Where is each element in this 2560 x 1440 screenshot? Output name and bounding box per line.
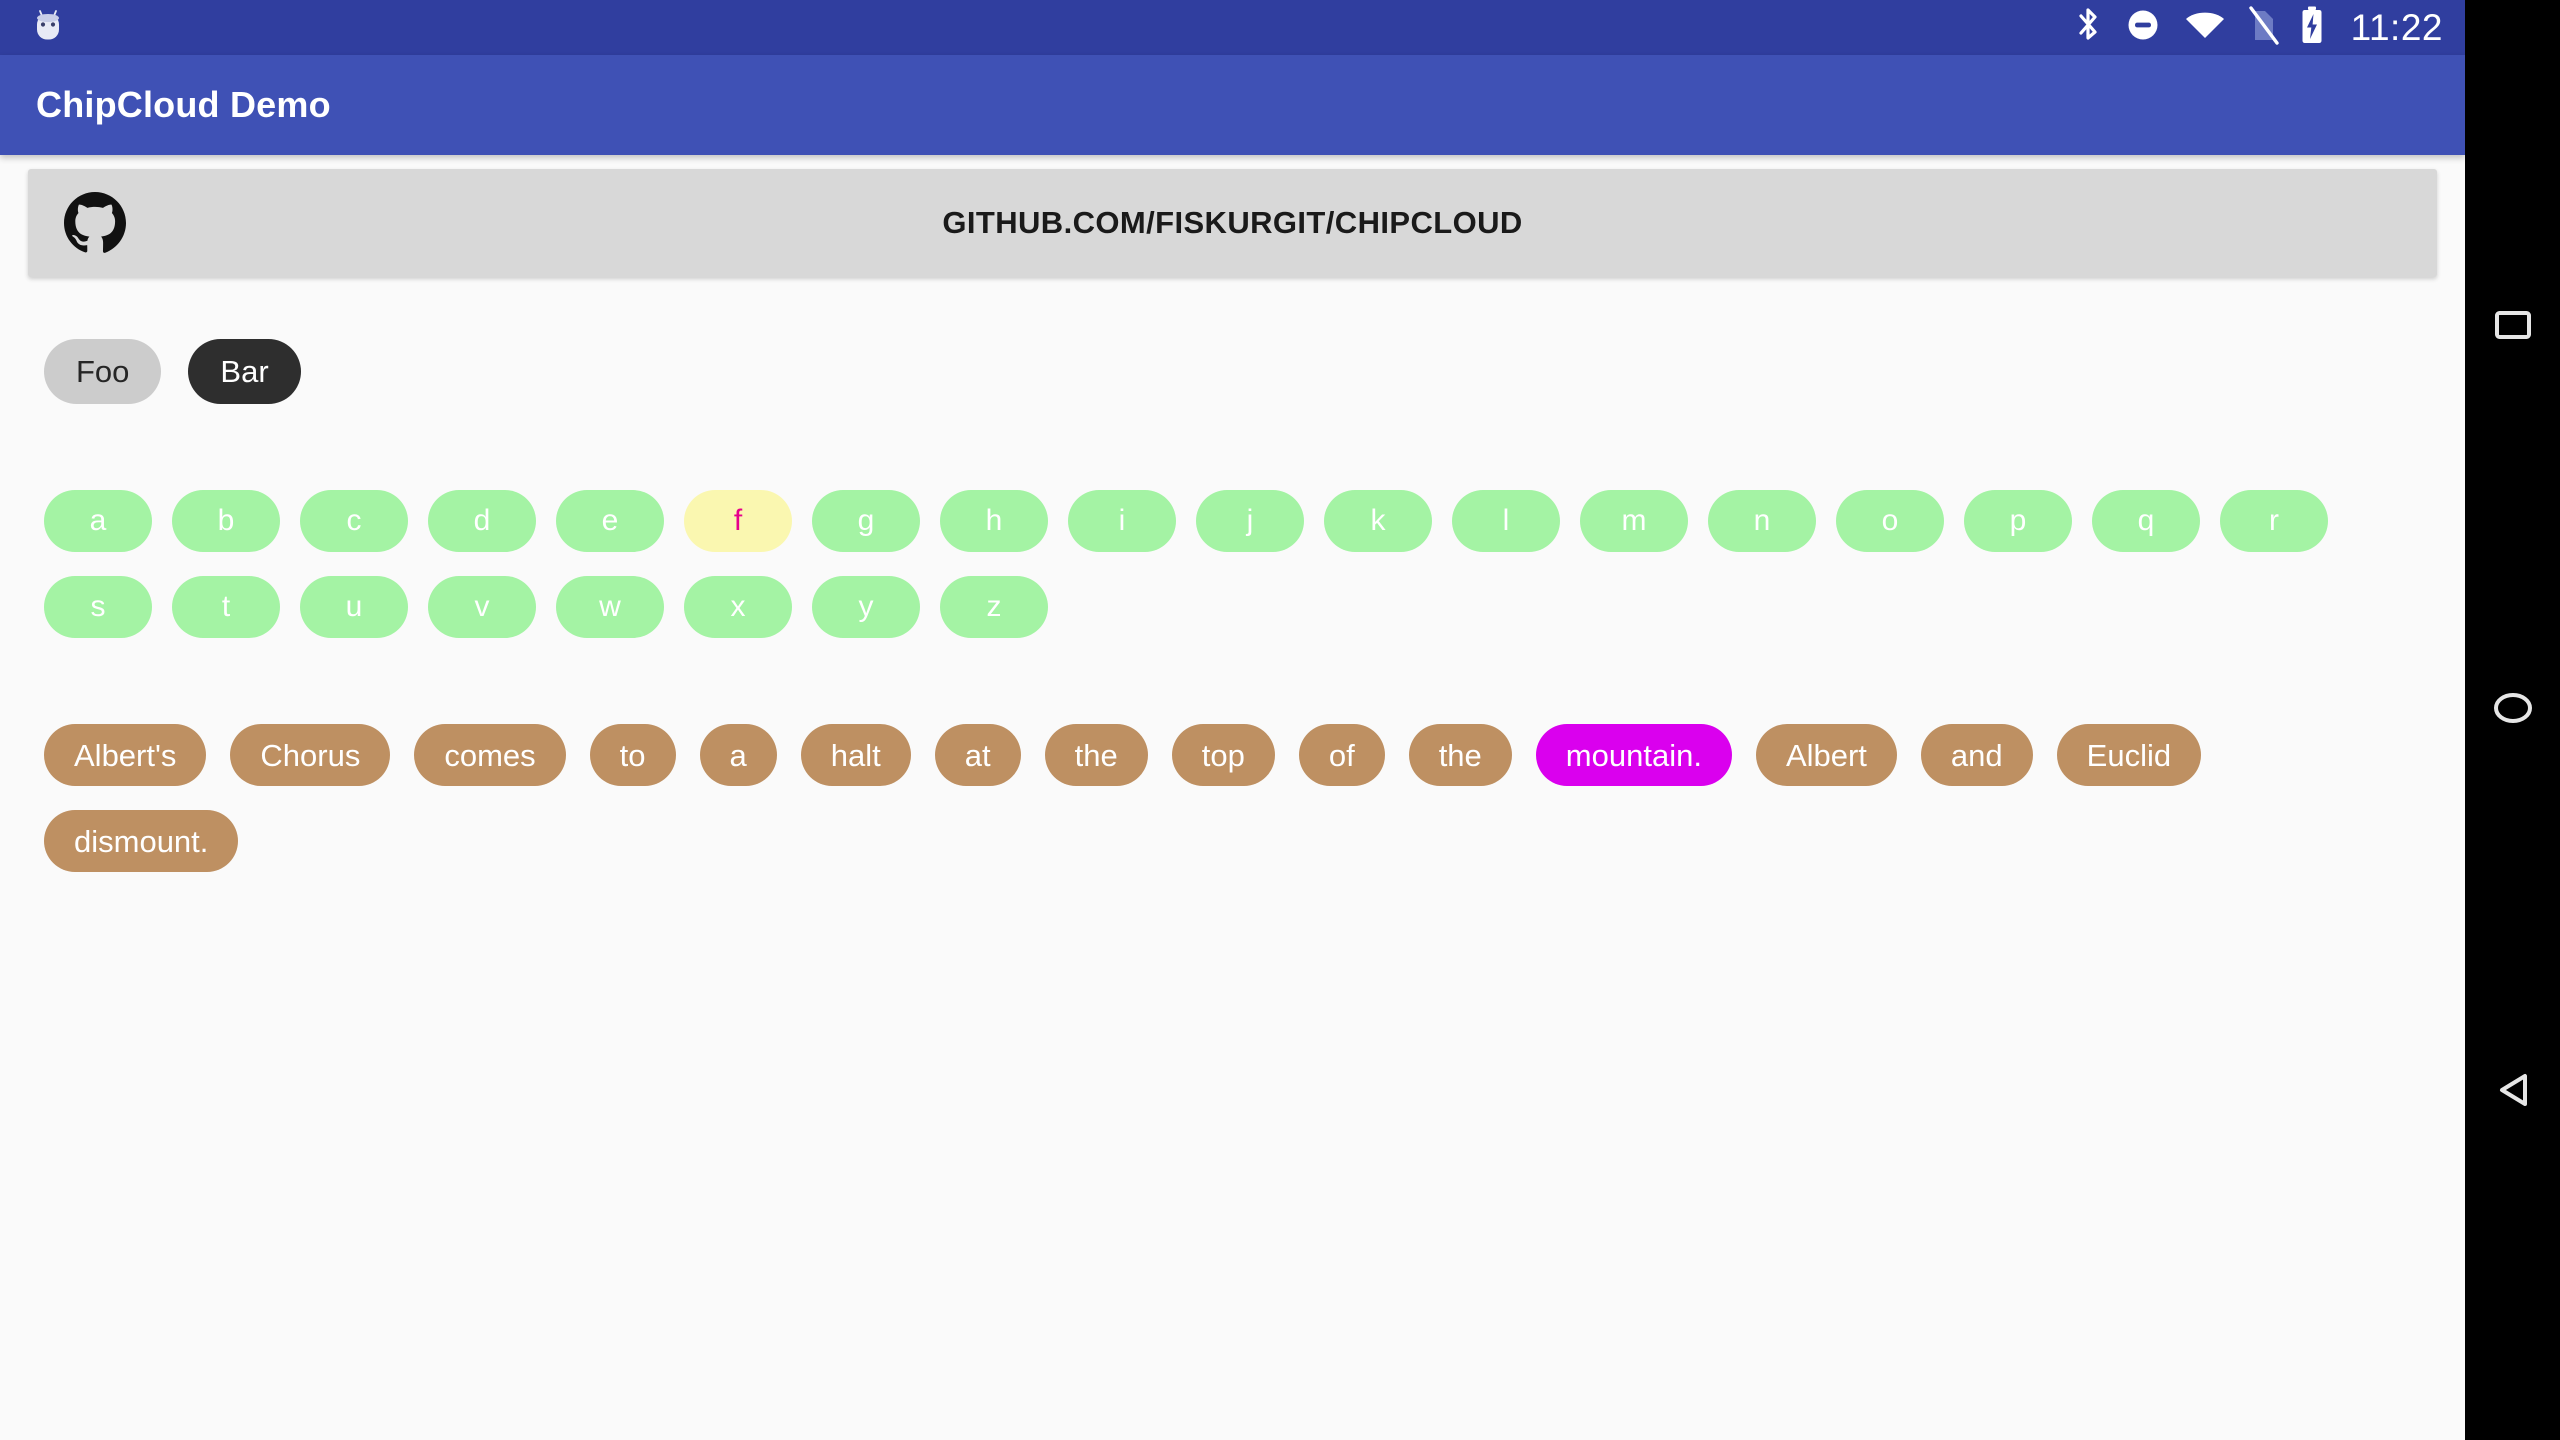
chip-foo[interactable]: Foo xyxy=(44,339,162,404)
chip-letter-l[interactable]: l xyxy=(1452,490,1560,552)
main-content: GITHUB.COM/FISKURGIT/CHIPCLOUD Foo Bar a… xyxy=(0,169,2465,1440)
chip-letter-s[interactable]: s xyxy=(44,576,152,638)
chip-group-foobar: Foo Bar xyxy=(0,339,2465,428)
github-url-label: GITHUB.COM/FISKURGIT/CHIPCLOUD xyxy=(942,205,1523,240)
chip-word-euclid[interactable]: Euclid xyxy=(2056,724,2202,786)
battery-charging-icon xyxy=(2299,4,2325,51)
chip-letter-z[interactable]: z xyxy=(940,576,1048,638)
bluetooth-icon xyxy=(2073,4,2103,51)
status-bar-left xyxy=(28,5,68,50)
status-bar-right: 11:22 xyxy=(2073,4,2443,51)
chip-letter-f[interactable]: f xyxy=(684,490,792,552)
chip-word-the[interactable]: the xyxy=(1044,724,1148,786)
status-bar: 11:22 xyxy=(0,0,2465,55)
circle-icon xyxy=(2489,684,2537,737)
sim-missing-icon xyxy=(2247,4,2279,51)
chip-word-and[interactable]: and xyxy=(1920,724,2033,786)
chip-word-alberts[interactable]: Albert's xyxy=(44,724,207,786)
chip-word-of[interactable]: of xyxy=(1298,724,1385,786)
chip-word-the[interactable]: the xyxy=(1408,724,1512,786)
chip-word-dismount[interactable]: dismount. xyxy=(44,810,239,872)
chip-word-a[interactable]: a xyxy=(699,724,777,786)
triangle-left-icon xyxy=(2489,1066,2537,1119)
chip-letter-u[interactable]: u xyxy=(300,576,408,638)
chip-word-mountain[interactable]: mountain. xyxy=(1535,724,1732,786)
chip-letter-v[interactable]: v xyxy=(428,576,536,638)
square-icon xyxy=(2491,303,2535,352)
chip-word-to[interactable]: to xyxy=(589,724,676,786)
app-bar: ChipCloud Demo xyxy=(0,55,2465,155)
chip-word-comes[interactable]: comes xyxy=(414,724,566,786)
chip-bar[interactable]: Bar xyxy=(188,339,301,404)
chip-word-at[interactable]: at xyxy=(934,724,1021,786)
chip-letter-r[interactable]: r xyxy=(2220,490,2328,552)
chip-letter-w[interactable]: w xyxy=(556,576,664,638)
chip-word-albert[interactable]: Albert xyxy=(1755,724,1897,786)
chip-letter-q[interactable]: q xyxy=(2092,490,2200,552)
github-link-card[interactable]: GITHUB.COM/FISKURGIT/CHIPCLOUD xyxy=(28,169,2437,277)
chip-group-words: Albert's Chorus comes to a halt at the top of the m… xyxy=(0,724,2465,896)
chip-word-chorus[interactable]: Chorus xyxy=(230,724,391,786)
wifi-icon xyxy=(2183,5,2227,50)
chip-group-alphabet: abcdefghijklmnopqr stuvwxyz xyxy=(0,490,2465,662)
chip-letter-b[interactable]: b xyxy=(172,490,280,552)
chip-letter-i[interactable]: i xyxy=(1068,490,1176,552)
chip-letter-o[interactable]: o xyxy=(1836,490,1944,552)
chip-letter-p[interactable]: p xyxy=(1964,490,2072,552)
chip-letter-j[interactable]: j xyxy=(1196,490,1304,552)
chip-letter-n[interactable]: n xyxy=(1708,490,1816,552)
android-mascot-icon xyxy=(28,5,68,50)
back-button[interactable] xyxy=(2465,1045,2560,1140)
chip-letter-g[interactable]: g xyxy=(812,490,920,552)
chip-letter-d[interactable]: d xyxy=(428,490,536,552)
page-title: ChipCloud Demo xyxy=(36,84,331,125)
chip-letter-a[interactable]: a xyxy=(44,490,152,552)
do-not-disturb-icon xyxy=(2123,5,2163,50)
chip-letter-c[interactable]: c xyxy=(300,490,408,552)
chip-letter-h[interactable]: h xyxy=(940,490,1048,552)
phone-viewport: 11:22 ChipCloud Demo GITHUB.COM/FISKURGI… xyxy=(0,0,2465,1440)
github-octocat-icon xyxy=(60,188,130,258)
home-button[interactable] xyxy=(2465,663,2560,758)
chip-letter-x[interactable]: x xyxy=(684,576,792,638)
chip-letter-k[interactable]: k xyxy=(1324,490,1432,552)
system-navigation-bar xyxy=(2465,0,2560,1440)
chip-letter-e[interactable]: e xyxy=(556,490,664,552)
chip-letter-m[interactable]: m xyxy=(1580,490,1688,552)
recents-button[interactable] xyxy=(2465,280,2560,375)
chip-letter-t[interactable]: t xyxy=(172,576,280,638)
chip-word-top[interactable]: top xyxy=(1171,724,1275,786)
status-bar-clock: 11:22 xyxy=(2350,7,2443,48)
device-screen: 11:22 ChipCloud Demo GITHUB.COM/FISKURGI… xyxy=(0,0,2560,1440)
chip-word-halt[interactable]: halt xyxy=(800,724,911,786)
chip-letter-y[interactable]: y xyxy=(812,576,920,638)
